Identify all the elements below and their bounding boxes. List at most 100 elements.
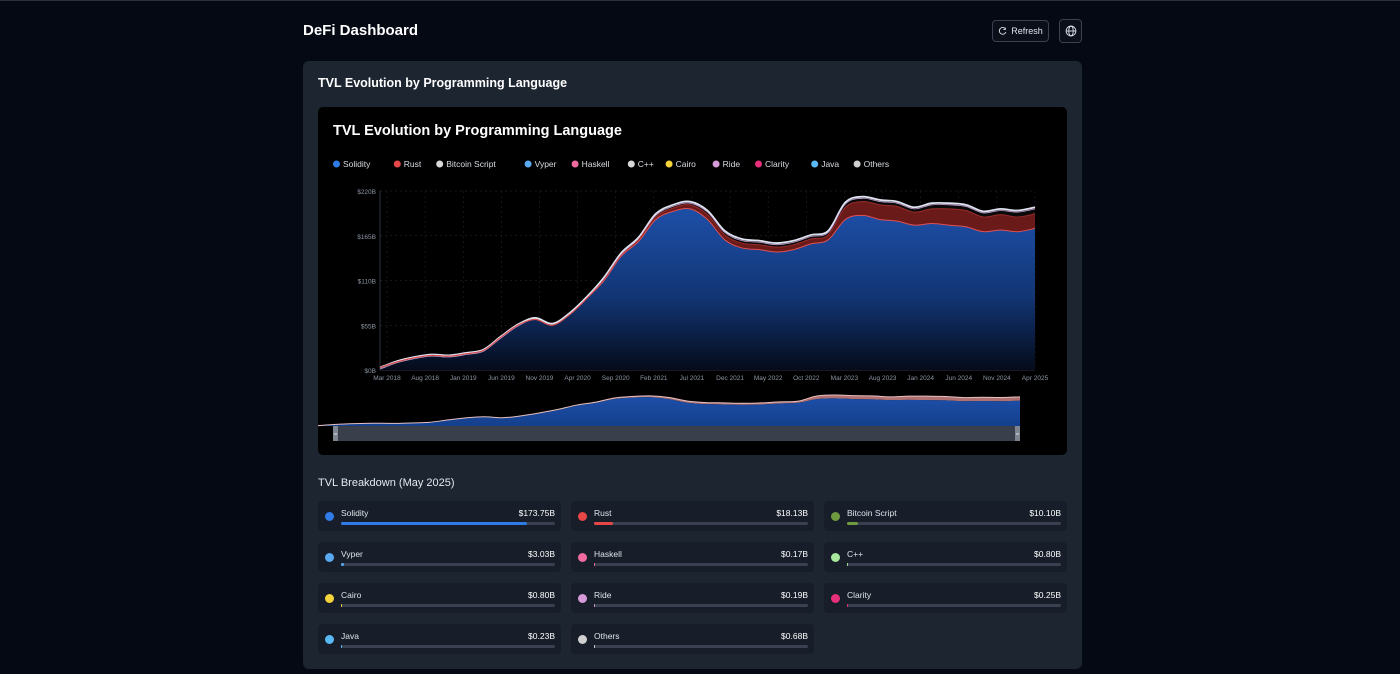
legend-marker[interactable] [627,160,635,168]
tvl-chart[interactable]: TVL Evolution by Programming Language Sol… [318,107,1067,455]
breakdown-item[interactable]: Java $0.23B [318,624,561,654]
breakdown-item[interactable]: Solidity $173.75B [318,501,561,531]
x-tick-label: Nov 2024 [983,375,1011,382]
item-progress-track [594,645,808,648]
item-name: Bitcoin Script [847,508,897,518]
item-value: $3.03B [528,549,555,559]
item-progress-fill [847,522,858,525]
legend-item: Vyper [535,159,557,169]
x-tick-label: Aug 2023 [869,375,897,382]
x-tick-label: Feb 2021 [640,375,668,382]
navigator-scrollbar[interactable] [333,426,1020,441]
item-color-dot [578,594,587,603]
item-progress-fill [594,563,595,566]
top-border [0,0,1400,1]
item-progress-track [594,604,808,607]
legend-item: Java [821,159,839,169]
legend-item: Ride [723,159,741,169]
item-name: Ride [594,590,612,600]
item-progress-track [847,522,1061,525]
x-tick-label: Aug 2018 [411,375,439,382]
x-tick-label: Nov 2019 [526,375,554,382]
legend-marker[interactable] [436,160,444,168]
breakdown-item[interactable]: Ride $0.19B [571,583,814,613]
x-tick-label: Mar 2018 [373,375,401,382]
legend-marker[interactable] [712,160,720,168]
item-progress-track [341,604,555,607]
x-tick-label: Apr 2025 [1022,375,1049,382]
item-value: $0.80B [528,590,555,600]
item-progress-fill [341,604,342,607]
legend-marker[interactable] [571,160,579,168]
x-tick-label: Jun 2019 [488,375,515,382]
legend-marker[interactable] [811,160,819,168]
language-button[interactable] [1059,19,1082,43]
legend-item: Clarity [765,159,790,169]
breakdown-item[interactable]: Others $0.68B [571,624,814,654]
y-tick-label: $0B [364,368,376,375]
legend-marker[interactable] [665,160,673,168]
item-name: Haskell [594,549,622,559]
item-name: Java [341,631,359,641]
legend-item: Bitcoin Script [446,159,496,169]
item-progress-track [847,604,1061,607]
legend-marker[interactable] [333,160,340,168]
item-value: $0.19B [781,590,808,600]
x-tick-label: Jun 2024 [945,375,972,382]
legend-item: Rust [404,159,422,169]
x-tick-label: Apr 2020 [564,375,591,382]
legend-marker[interactable] [524,160,532,168]
item-progress-fill [341,645,342,648]
page-title: DeFi Dashboard [303,22,419,39]
breakdown-item[interactable]: Vyper $3.03B [318,542,561,572]
item-progress-track [594,522,808,525]
x-tick-label: Jan 2019 [450,375,477,382]
item-progress-track [341,563,555,566]
item-value: $0.25B [1034,590,1061,600]
item-value: $0.80B [1034,549,1061,559]
breakdown-item[interactable]: Haskell $0.17B [571,542,814,572]
item-value: $173.75B [518,508,555,518]
refresh-button[interactable]: Refresh [992,20,1049,42]
refresh-label: Refresh [1011,26,1043,36]
breakdown-title: TVL Breakdown (May 2025) [318,477,455,489]
legend-item: C++ [638,159,654,169]
item-value: $0.68B [781,631,808,641]
item-name: C++ [847,549,864,559]
item-progress-fill [594,522,613,525]
item-name: Solidity [341,508,369,518]
item-name: Others [594,631,620,641]
x-tick-label: Sep 2020 [602,375,630,382]
item-color-dot [325,553,334,562]
x-tick-label: Jan 2024 [907,375,934,382]
item-value: $0.23B [528,631,555,641]
breakdown-item[interactable]: Clarity $0.25B [824,583,1067,613]
breakdown-item[interactable]: Bitcoin Script $10.10B [824,501,1067,531]
breakdown-item[interactable]: Rust $18.13B [571,501,814,531]
x-tick-label: Dec 2021 [716,375,744,382]
item-color-dot [831,594,840,603]
tvl-card: TVL Evolution by Programming Language TV… [303,61,1082,669]
breakdown-item[interactable]: C++ $0.80B [824,542,1067,572]
navigator-area [318,397,1020,426]
item-progress-track [594,563,808,566]
item-progress-track [341,645,555,648]
item-progress-fill [594,604,595,607]
legend-marker[interactable] [853,160,861,168]
series-area-solidity[interactable] [380,208,1035,370]
chart-title: TVL Evolution by Programming Language [333,123,622,139]
refresh-icon [999,26,1007,35]
item-progress-fill [594,645,595,648]
legend-item: Solidity [343,159,371,169]
breakdown-item[interactable]: Cairo $0.80B [318,583,561,613]
y-tick-label: $55B [361,323,376,330]
chart-container[interactable]: TVL Evolution by Programming Language Sol… [318,107,1067,455]
legend-marker[interactable] [393,160,401,168]
y-tick-label: $220B [357,189,376,196]
globe-icon [1065,25,1076,37]
legend-marker[interactable] [755,160,762,168]
item-progress-fill [847,563,848,566]
item-value: $10.10B [1029,508,1061,518]
item-color-dot [325,594,334,603]
item-progress-track [847,563,1061,566]
